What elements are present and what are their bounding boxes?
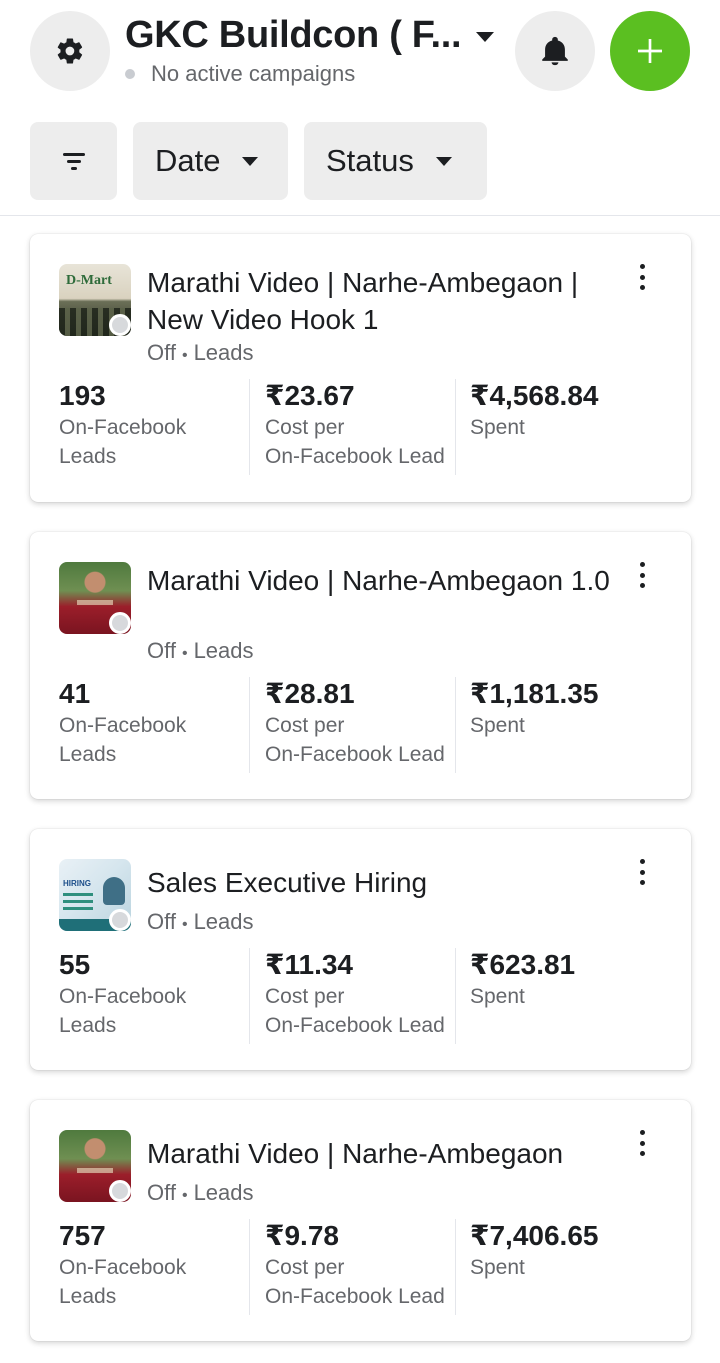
metric-spent: ₹7,406.65 Spent: [470, 1220, 599, 1279]
status-indicator-icon: [109, 612, 131, 634]
campaign-title: Sales Executive Hiring: [147, 867, 428, 898]
campaign-objective: Leads: [193, 340, 254, 365]
bell-icon: [542, 36, 568, 66]
account-name[interactable]: GKC Buildcon ( F...: [125, 14, 462, 57]
add-campaign-button[interactable]: [610, 11, 690, 91]
campaign-meta: Off • Leads: [147, 638, 254, 663]
header-divider: [0, 215, 720, 216]
chevron-down-icon: [242, 156, 259, 166]
campaign-card[interactable]: D-Mart Marathi Video | Narhe-Ambegaon | …: [30, 234, 691, 502]
settings-button[interactable]: [30, 11, 110, 91]
more-options-icon[interactable]: [630, 1128, 654, 1158]
status-filter-dropdown[interactable]: Status: [304, 122, 487, 200]
gear-icon: [57, 38, 83, 64]
account-status: No active campaigns: [151, 61, 356, 86]
campaign-status: Off: [147, 909, 176, 934]
metric-cost-per-lead: ₹9.78 Cost per On-Facebook Lead: [265, 1220, 445, 1308]
metric-cost-per-lead: ₹28.81 Cost per On-Facebook Lead: [265, 678, 445, 766]
filter-bar: Date Status: [0, 120, 720, 202]
campaign-status: Off: [147, 1180, 176, 1205]
campaign-title: Marathi Video | Narhe-Ambegaon 1.0: [147, 565, 610, 596]
thumbnail-brand-text: D-Mart: [66, 273, 112, 288]
date-filter-dropdown[interactable]: Date: [133, 122, 288, 200]
campaign-card[interactable]: Marathi Video | Narhe-Ambegaon 1.0 Off • L…: [30, 532, 691, 799]
metric-spent: ₹623.81 Spent: [470, 949, 576, 1008]
notifications-button[interactable]: [515, 11, 595, 91]
metric-divider: [455, 677, 456, 773]
filter-icon: [62, 153, 85, 170]
metric-leads: 41 On-Facebook Leads: [59, 678, 187, 766]
metric-divider: [455, 379, 456, 475]
campaign-status: Off: [147, 638, 176, 663]
status-indicator-icon: [109, 314, 131, 336]
filter-button[interactable]: [30, 122, 117, 200]
chevron-down-icon: [435, 156, 452, 166]
metric-divider: [249, 677, 250, 773]
plus-icon: [638, 39, 662, 63]
metric-leads: 757 On-Facebook Leads: [59, 1220, 187, 1308]
metric-spent: ₹4,568.84 Spent: [470, 380, 599, 439]
metric-cost-per-lead: ₹23.67 Cost per On-Facebook Lead: [265, 380, 445, 468]
app-header: GKC Buildcon ( F... No active campaigns: [0, 0, 720, 110]
campaign-objective: Leads: [193, 1180, 254, 1205]
thumbnail-hiring-text: HIRING: [63, 879, 91, 888]
campaign-objective: Leads: [193, 638, 254, 663]
campaign-meta: Off • Leads: [147, 1180, 254, 1205]
status-filter-label: Status: [326, 143, 414, 178]
metric-spent: ₹1,181.35 Spent: [470, 678, 599, 737]
status-indicator-icon: [109, 1180, 131, 1202]
more-options-icon[interactable]: [630, 857, 654, 887]
metric-divider: [455, 1219, 456, 1315]
metric-leads: 55 On-Facebook Leads: [59, 949, 187, 1037]
campaign-card[interactable]: HIRING Sales Executive Hiring Off • Leads …: [30, 829, 691, 1070]
metric-cost-per-lead: ₹11.34 Cost per On-Facebook Lead: [265, 949, 445, 1037]
metric-divider: [455, 948, 456, 1044]
campaign-title: Marathi Video | Narhe-Ambegaon | New Vid…: [147, 267, 579, 335]
metric-divider: [249, 1219, 250, 1315]
chevron-down-icon[interactable]: [476, 32, 494, 42]
campaign-card[interactable]: Marathi Video | Narhe-Ambegaon Off • Leads…: [30, 1100, 691, 1341]
campaign-title: Marathi Video | Narhe-Ambegaon: [147, 1138, 564, 1169]
status-dot-icon: [125, 69, 135, 79]
date-filter-label: Date: [155, 143, 221, 178]
campaign-meta: Off • Leads: [147, 340, 254, 365]
campaign-status: Off: [147, 340, 176, 365]
campaign-meta: Off • Leads: [147, 909, 254, 934]
more-options-icon[interactable]: [630, 262, 654, 292]
campaign-objective: Leads: [193, 909, 254, 934]
status-indicator-icon: [109, 909, 131, 931]
metric-divider: [249, 379, 250, 475]
more-options-icon[interactable]: [630, 560, 654, 590]
metric-divider: [249, 948, 250, 1044]
metric-leads: 193 On-Facebook Leads: [59, 380, 187, 468]
